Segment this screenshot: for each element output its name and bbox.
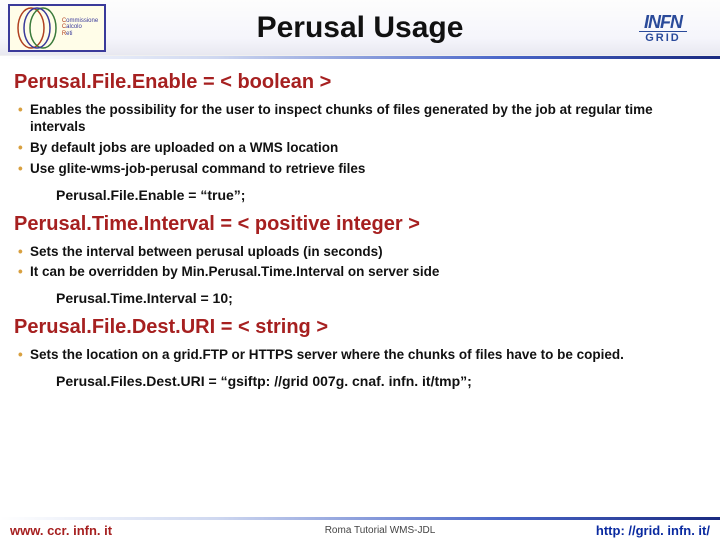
list-item: It can be overridden by Min.Perusal.Time… — [18, 262, 706, 283]
list-item: Sets the location on a grid.FTP or HTTPS… — [18, 345, 706, 366]
slide-body: Perusal.File.Enable = < boolean > Enable… — [0, 59, 720, 395]
infn-logo-text: INFN — [644, 12, 682, 33]
ccr-logo-text: Commissione Calcolo Reti — [62, 18, 98, 38]
attribute-heading: Perusal.Time.Interval = < positive integ… — [14, 213, 706, 236]
bullet-list: Enables the possibility for the user to … — [14, 100, 706, 180]
example-code: Perusal.Time.Interval = 10; — [14, 287, 706, 312]
list-item: Sets the interval between perusal upload… — [18, 242, 706, 263]
infn-grid-text: GRID — [639, 31, 687, 44]
bullet-list: Sets the location on a grid.FTP or HTTPS… — [14, 345, 706, 366]
footer-right-link: http: //grid. infn. it/ — [550, 523, 710, 538]
footer-left-link: www. ccr. infn. it — [10, 523, 210, 538]
example-code: Perusal.File.Enable = “true”; — [14, 184, 706, 209]
list-item: Enables the possibility for the user to … — [18, 100, 706, 138]
list-item: Use glite-wms-job-perusal command to ret… — [18, 159, 706, 180]
ccr-logo: Commissione Calcolo Reti — [8, 4, 106, 52]
footer-center-text: Roma Tutorial WMS-JDL — [210, 525, 550, 536]
bullet-list: Sets the interval between perusal upload… — [14, 242, 706, 284]
slide-footer: www. ccr. infn. it Roma Tutorial WMS-JDL… — [0, 520, 720, 540]
ccr-logo-icon — [16, 7, 58, 49]
example-code: Perusal.Files.Dest.URI = “gsiftp: //grid… — [14, 370, 706, 395]
list-item: By default jobs are uploaded on a WMS lo… — [18, 138, 706, 159]
infn-logo: INFN GRID — [614, 5, 712, 51]
attribute-heading: Perusal.File.Enable = < boolean > — [14, 71, 706, 94]
slide-header: Commissione Calcolo Reti Perusal Usage I… — [0, 0, 720, 56]
slide-title: Perusal Usage — [106, 11, 614, 45]
attribute-heading: Perusal.File.Dest.URI = < string > — [14, 316, 706, 339]
